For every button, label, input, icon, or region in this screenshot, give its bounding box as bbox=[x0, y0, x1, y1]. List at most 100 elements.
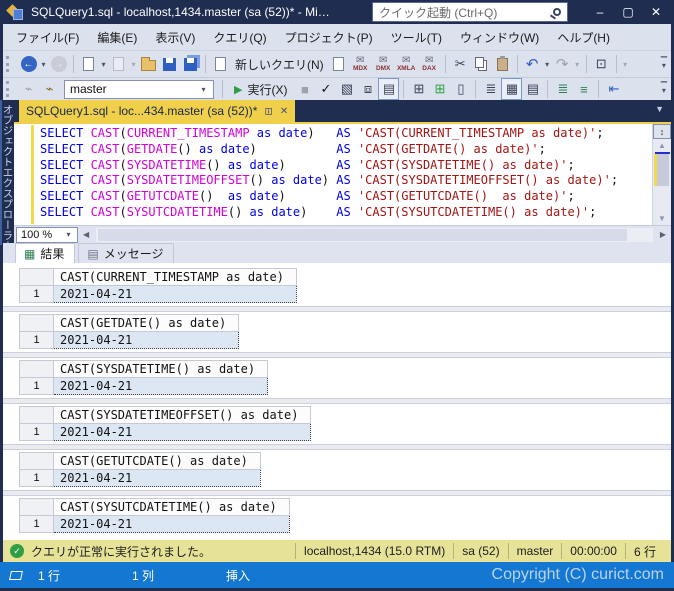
live-query-stats-icon[interactable]: ▤ bbox=[378, 78, 400, 100]
new-project-icon[interactable] bbox=[78, 53, 99, 75]
result-cell[interactable]: 2021-04-21 bbox=[53, 515, 290, 533]
row-number[interactable]: 1 bbox=[19, 377, 54, 395]
column-header[interactable]: CAST(CURRENT_TIMESTAMP as date) bbox=[53, 268, 297, 286]
mdx-query-icon[interactable]: ✉ MDX bbox=[349, 53, 372, 75]
pin-icon[interactable]: ⊟ bbox=[263, 107, 274, 115]
client-statistics-icon[interactable]: ▯ bbox=[450, 78, 471, 100]
grid-corner[interactable] bbox=[19, 406, 54, 424]
results-to-file-icon[interactable]: ▤ bbox=[522, 78, 543, 100]
menu-file[interactable]: ファイル(F) bbox=[7, 25, 88, 50]
result-cell[interactable]: 2021-04-21 bbox=[53, 469, 261, 487]
redo-dropdown-icon[interactable]: ▾ bbox=[573, 60, 582, 69]
code-line[interactable]: SELECT CAST(GETDATE() as date) AS 'CAST(… bbox=[40, 142, 652, 158]
new-query-icon[interactable] bbox=[210, 53, 231, 75]
column-header[interactable]: CAST(GETUTCDATE() as date) bbox=[53, 452, 261, 470]
scroll-down-icon[interactable]: ▼ bbox=[658, 212, 666, 225]
save-icon[interactable] bbox=[159, 53, 180, 75]
query-options-icon[interactable]: ⧈ bbox=[357, 78, 378, 100]
connect-icon[interactable]: ⌁ bbox=[18, 78, 39, 100]
undo-icon[interactable]: ↶ bbox=[522, 53, 543, 75]
close-tab-icon[interactable]: ✕ bbox=[280, 106, 288, 117]
save-all-icon[interactable] bbox=[180, 53, 201, 75]
tab-results[interactable]: ▦ 結果 bbox=[15, 243, 76, 263]
menu-window[interactable]: ウィンドウ(W) bbox=[451, 25, 548, 50]
comment-lines-icon[interactable]: ≣ bbox=[552, 78, 573, 100]
horizontal-scrollbar-thumb[interactable] bbox=[98, 228, 627, 241]
scroll-left-icon[interactable]: ◀ bbox=[78, 230, 94, 239]
add-item-dropdown-icon[interactable]: ▾ bbox=[129, 60, 138, 69]
row-number[interactable]: 1 bbox=[19, 515, 54, 533]
navigate-back-icon[interactable]: ← bbox=[18, 53, 39, 75]
navigate-back-dropdown-icon[interactable]: ▾ bbox=[39, 60, 48, 69]
column-header[interactable]: CAST(SYSUTCDATETIME() as date) bbox=[53, 498, 290, 516]
results-to-text-icon[interactable]: ≣ bbox=[480, 78, 501, 100]
toolbar-overflow-icon[interactable]: ▔ ▾ bbox=[661, 58, 667, 70]
grid-corner[interactable] bbox=[19, 498, 54, 516]
results-to-grid-icon[interactable]: ▦ bbox=[501, 78, 523, 100]
code-line[interactable]: SELECT CAST(GETUTCDATE() as date) AS 'CA… bbox=[40, 189, 652, 205]
result-cell[interactable]: 2021-04-21 bbox=[52, 377, 269, 395]
estimated-plan-icon[interactable]: ▧ bbox=[336, 78, 357, 100]
menu-query[interactable]: クエリ(Q) bbox=[204, 25, 275, 50]
execute-button[interactable]: ▶ 実行(X) bbox=[227, 81, 294, 98]
minimize-button[interactable]: – bbox=[586, 2, 614, 22]
result-cell[interactable]: 2021-04-21 bbox=[52, 331, 240, 349]
object-explorer-tab[interactable]: オブジェクトエクスプローラー bbox=[0, 100, 14, 251]
new-query-button[interactable]: 新しいクエリ(N) bbox=[231, 56, 328, 73]
menu-help[interactable]: ヘルプ(H) bbox=[548, 25, 619, 50]
cut-icon[interactable]: ✂ bbox=[450, 53, 471, 75]
find-in-files-icon[interactable]: ⊡ bbox=[591, 53, 612, 75]
row-number[interactable]: 1 bbox=[19, 423, 54, 441]
undo-dropdown-icon[interactable]: ▾ bbox=[543, 60, 552, 69]
horizontal-scrollbar[interactable] bbox=[96, 227, 653, 242]
code-line[interactable]: SELECT CAST(SYSUTCDATETIME() as date) AS… bbox=[40, 205, 652, 221]
parse-icon[interactable]: ✓ bbox=[315, 78, 336, 100]
toolbar-overflow-icon[interactable]: ▔ ▾ bbox=[661, 83, 667, 95]
status-insert-mode[interactable]: 挿入 bbox=[226, 567, 250, 584]
change-connection-icon[interactable]: ⌁ bbox=[39, 78, 60, 100]
splitter-handle[interactable]: ↕ bbox=[653, 124, 671, 139]
column-header[interactable]: CAST(GETDATE() as date) bbox=[52, 314, 240, 332]
menu-tools[interactable]: ツール(T) bbox=[382, 25, 451, 50]
maximize-button[interactable]: ▢ bbox=[614, 2, 642, 22]
dmx-query-icon[interactable]: ✉ DMX bbox=[372, 53, 395, 75]
toolbar-dropdown-icon[interactable]: ▾ bbox=[621, 60, 630, 69]
code-area[interactable]: SELECT CAST(CURRENT_TIMESTAMP as date) A… bbox=[34, 124, 652, 225]
new-project-dropdown-icon[interactable]: ▾ bbox=[99, 60, 108, 69]
grid-corner[interactable] bbox=[19, 268, 54, 286]
vertical-scrollbar[interactable]: ↕ ▲ ▼ bbox=[652, 124, 671, 225]
document-tab[interactable]: SQLQuery1.sql - loc...434.master (sa (52… bbox=[19, 100, 296, 122]
decrease-indent-icon[interactable]: ⇤ bbox=[603, 78, 624, 100]
toolbar-grip[interactable] bbox=[6, 81, 13, 97]
menu-project[interactable]: プロジェクト(P) bbox=[276, 25, 382, 50]
copy-icon[interactable] bbox=[471, 53, 492, 75]
result-cell[interactable]: 2021-04-21 bbox=[52, 423, 312, 441]
selection-margin[interactable] bbox=[14, 124, 31, 225]
column-header[interactable]: CAST(SYSDATETIMEOFFSET() as date) bbox=[52, 406, 312, 424]
dax-query-icon[interactable]: ✉ DAX bbox=[418, 53, 441, 75]
tab-messages[interactable]: ▤ メッセージ bbox=[78, 243, 175, 263]
column-header[interactable]: CAST(SYSDATETIME() as date) bbox=[52, 360, 269, 378]
navigate-forward-icon[interactable]: → bbox=[48, 53, 69, 75]
redo-icon[interactable]: ↷ bbox=[552, 53, 573, 75]
code-line[interactable]: SELECT CAST(SYSDATETIMEOFFSET() as date)… bbox=[40, 173, 652, 189]
include-actual-plan-icon[interactable]: ⊞ bbox=[429, 78, 450, 100]
quick-launch-input[interactable]: クイック起動 (Ctrl+Q) bbox=[372, 2, 568, 22]
menu-view[interactable]: 表示(V) bbox=[146, 25, 204, 50]
scroll-up-icon[interactable]: ▲ bbox=[658, 139, 666, 152]
add-item-icon[interactable] bbox=[108, 53, 129, 75]
cancel-query-icon[interactable]: ■ bbox=[294, 78, 315, 100]
result-cell[interactable]: 2021-04-21 bbox=[53, 285, 297, 303]
toolbar-grip[interactable] bbox=[6, 56, 13, 72]
row-number[interactable]: 1 bbox=[19, 469, 54, 487]
grid-corner[interactable] bbox=[19, 314, 54, 332]
database-combobox[interactable]: master ▾ bbox=[64, 79, 214, 99]
paste-icon[interactable] bbox=[492, 53, 513, 75]
row-number[interactable]: 1 bbox=[19, 331, 54, 349]
code-line[interactable]: SELECT CAST(SYSDATETIME() as date) AS 'C… bbox=[40, 158, 652, 174]
grid-corner[interactable] bbox=[19, 452, 54, 470]
document-list-dropdown-icon[interactable]: ▼ bbox=[655, 104, 664, 114]
uncomment-lines-icon[interactable]: ≡ bbox=[573, 78, 594, 100]
xmla-query-icon[interactable]: ✉ XMLA bbox=[395, 53, 418, 75]
scroll-right-icon[interactable]: ▶ bbox=[655, 230, 671, 239]
